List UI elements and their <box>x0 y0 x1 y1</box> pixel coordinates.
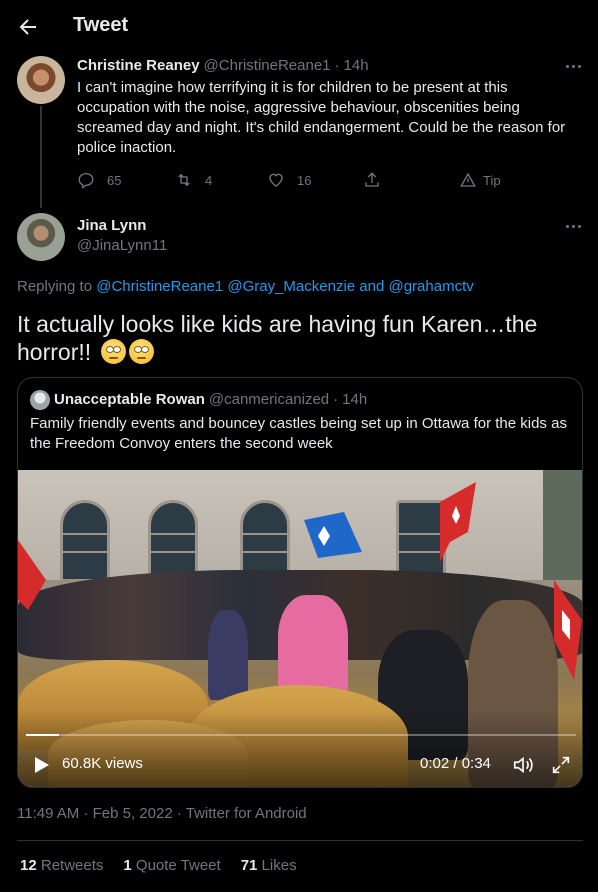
avatar[interactable] <box>17 56 65 104</box>
volume-icon[interactable] <box>512 754 534 776</box>
video-progress-fill <box>26 734 59 736</box>
back-arrow-icon[interactable] <box>16 15 40 39</box>
video-player[interactable]: 60.8K views 0:02 / 0:34 <box>18 470 582 787</box>
like-button[interactable]: 16 <box>267 168 311 192</box>
top-bar: Tweet <box>0 0 598 53</box>
heart-icon <box>269 173 283 187</box>
tip-label: Tip <box>483 172 501 188</box>
parent-tweet-author: Christine Reaney @ChristineReane1 · 14h <box>77 57 369 74</box>
likes-label: Likes <box>261 857 297 874</box>
separator-dot: · <box>334 57 340 74</box>
author-handle[interactable]: @ChristineReane1 <box>204 57 331 74</box>
author-handle[interactable]: @canmericanized <box>209 391 329 408</box>
reply-icon <box>78 172 94 189</box>
share-button[interactable] <box>363 168 393 192</box>
avatar[interactable] <box>30 390 50 410</box>
quotes-stat[interactable]: 1 Quote Tweet <box>123 857 220 874</box>
likes-count: 71 <box>240 857 258 874</box>
retweet-icon <box>178 173 190 187</box>
separator-dot: · <box>176 805 186 822</box>
author-name[interactable]: Christine Reaney <box>77 57 200 74</box>
like-count: 16 <box>297 172 312 188</box>
reply-button[interactable]: 65 <box>77 168 121 192</box>
quoted-tweet-text: Family friendly events and bouncey castl… <box>30 415 567 452</box>
separator-dot: · <box>333 391 339 408</box>
video-frame-window <box>148 500 198 582</box>
video-frame-flag <box>440 482 476 562</box>
tweet-text: It actually looks like kids are having f… <box>17 311 538 365</box>
tweet-text: I can't imagine how terrifying it is for… <box>77 79 566 156</box>
tweet-time[interactable]: 11:49 AM <box>17 805 79 822</box>
video-frame-flag <box>18 540 46 610</box>
video-frame-window <box>60 500 110 582</box>
more-options-icon[interactable] <box>563 56 583 76</box>
video-frame-child <box>208 610 248 700</box>
tweet-source[interactable]: Twitter for Android <box>186 805 307 822</box>
video-progress-bar[interactable] <box>26 734 576 736</box>
tweet-date[interactable]: Feb 5, 2022 <box>93 805 173 822</box>
retweets-label: Retweets <box>40 857 104 874</box>
replying-to: Replying to @ChristineReane1 @Gray_Macke… <box>17 278 474 295</box>
tweet-stats: 12 Retweets 1 Quote Tweet 71 Likes <box>20 857 297 874</box>
quotes-label: Quote Tweet <box>135 857 221 874</box>
retweet-button[interactable]: 4 <box>175 168 212 192</box>
tip-button[interactable]: Tip <box>459 168 501 192</box>
main-tweet-author: Jina Lynn <box>77 217 146 234</box>
quoted-tweet-author: Unacceptable Rowan @canmericanized · 14h <box>54 391 367 408</box>
tweet-actions: 65 4 16 Tip <box>77 168 517 192</box>
retweets-stat[interactable]: 12 Retweets <box>20 857 103 874</box>
quotes-count: 1 <box>123 857 132 874</box>
more-options-icon[interactable] <box>563 216 583 236</box>
main-tweet-text: It actually looks like kids are having f… <box>17 310 577 366</box>
replying-prefix: Replying to <box>17 278 93 295</box>
author-handle[interactable]: @JinaLynn11 <box>77 237 167 254</box>
reply-count: 65 <box>107 172 122 188</box>
author-name[interactable]: Jina Lynn <box>77 217 146 234</box>
tweet-meta: 11:49 AM · Feb 5, 2022 · Twitter for And… <box>17 805 307 822</box>
page-title: Tweet <box>73 14 129 36</box>
video-time: 0:02 / 0:34 <box>420 755 491 772</box>
play-icon[interactable] <box>34 756 50 774</box>
rolling-eyes-emoji-icon <box>128 339 154 364</box>
video-frame-flag <box>554 580 582 680</box>
tweet-time[interactable]: 14h <box>344 57 369 74</box>
likes-stat[interactable]: 71 Likes <box>241 857 297 874</box>
avatar[interactable] <box>17 213 65 261</box>
separator-dot: · <box>83 805 93 822</box>
rolling-eyes-emoji-icon <box>100 339 126 364</box>
retweets-count: 12 <box>20 857 37 874</box>
thread-connector <box>40 106 42 208</box>
video-controls <box>18 710 582 787</box>
tweet-time[interactable]: 14h <box>342 391 367 408</box>
quoted-tweet-card[interactable]: Unacceptable Rowan @canmericanized · 14h… <box>17 377 583 788</box>
video-view-count: 60.8K views <box>62 755 143 772</box>
author-name[interactable]: Unacceptable Rowan <box>54 391 205 408</box>
replying-to-users[interactable]: @ChristineReane1 @Gray_Mackenzie and @gr… <box>96 278 474 295</box>
fullscreen-icon[interactable] <box>550 754 572 776</box>
tip-icon <box>460 172 476 187</box>
divider <box>17 840 583 841</box>
share-icon <box>365 172 379 187</box>
retweet-count: 4 <box>205 172 213 188</box>
video-frame-flag <box>304 512 362 558</box>
